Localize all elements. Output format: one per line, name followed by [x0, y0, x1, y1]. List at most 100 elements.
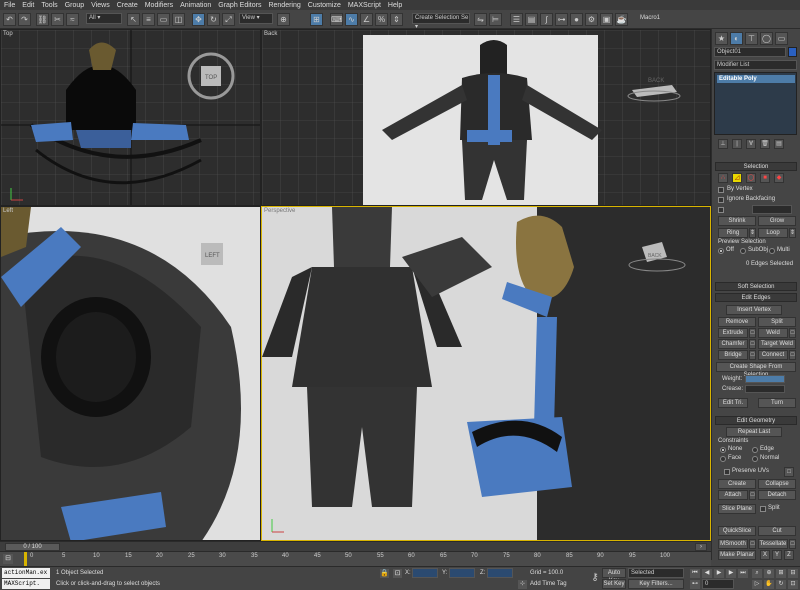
align-icon[interactable]: ⊨: [489, 13, 502, 26]
ring-button[interactable]: Ring: [718, 228, 748, 238]
rect-selection-icon[interactable]: ▭: [157, 13, 170, 26]
preview-subobj-radio[interactable]: [740, 248, 746, 254]
zoom-extents-icon[interactable]: ⊞: [776, 569, 786, 578]
constraint-none-radio[interactable]: [720, 447, 726, 453]
viewcube-back-face[interactable]: BACK: [648, 78, 664, 84]
collapse-button[interactable]: Collapse: [758, 479, 796, 489]
target-weld-button[interactable]: Target Weld: [758, 339, 796, 349]
zoom-extents-all-icon[interactable]: ⊟: [788, 569, 798, 578]
planar-y-button[interactable]: Y: [772, 550, 782, 560]
bridge-button[interactable]: Bridge: [718, 350, 748, 360]
rollout-edit-geometry[interactable]: Edit Geometry: [715, 416, 797, 425]
field-of-view-icon[interactable]: ▷: [752, 580, 762, 589]
auto-key-button[interactable]: Auto Key: [602, 568, 626, 584]
rollout-soft-selection[interactable]: Soft Selection: [715, 282, 797, 291]
configure-modifier-sets-icon[interactable]: ▤: [774, 139, 784, 149]
split-checkbox[interactable]: [760, 506, 766, 512]
mini-curve-editor-icon[interactable]: ⊟: [3, 554, 13, 564]
shrink-button[interactable]: Shrink: [718, 216, 756, 226]
viewport-perspective-label[interactable]: Perspective: [264, 208, 295, 214]
menu-edit[interactable]: Edit: [22, 2, 34, 9]
ring-spinner[interactable]: ⇕: [749, 228, 756, 238]
link-icon[interactable]: ⛓: [36, 13, 49, 26]
by-vertex-checkbox[interactable]: [718, 187, 724, 193]
attach-list-button[interactable]: □: [749, 490, 756, 500]
viewport-left-label[interactable]: Left: [3, 208, 13, 214]
viewcube-top-face[interactable]: TOP: [205, 75, 217, 81]
bind-space-warp-icon[interactable]: ≈: [66, 13, 79, 26]
menu-graph-editors[interactable]: Graph Editors: [218, 2, 261, 9]
angle-snap-icon[interactable]: ∠: [360, 13, 373, 26]
select-object-icon[interactable]: ↖: [127, 13, 140, 26]
goto-end-icon[interactable]: ⏭: [738, 569, 748, 578]
modifier-list-dropdown[interactable]: Modifier List: [714, 60, 797, 70]
menu-views[interactable]: Views: [91, 2, 110, 9]
key-icon[interactable]: ⚷: [588, 571, 602, 585]
turn-button[interactable]: Turn: [758, 398, 796, 408]
set-key-button[interactable]: Set Key: [602, 579, 626, 589]
menu-customize[interactable]: Customize: [308, 2, 341, 9]
chamfer-settings-button[interactable]: □: [749, 339, 756, 349]
redo-icon[interactable]: ↷: [18, 13, 31, 26]
ignore-backfacing-checkbox[interactable]: [718, 197, 724, 203]
border-mode-icon[interactable]: ◯: [746, 173, 756, 183]
undo-icon[interactable]: ↶: [3, 13, 16, 26]
next-frame-icon[interactable]: ▶: [726, 569, 736, 578]
make-planar-button[interactable]: Make Planar: [718, 550, 756, 560]
goto-start-icon[interactable]: ⏮: [690, 569, 700, 578]
motion-tab-icon[interactable]: ◯: [760, 32, 773, 45]
schematic-view-icon[interactable]: ⊶: [555, 13, 568, 26]
track-bar[interactable]: ⊟ 0 5 10 15 20 25 30 35 40 45 50 55 60 6…: [0, 551, 711, 566]
weld-button[interactable]: Weld: [758, 328, 788, 338]
hierarchy-tab-icon[interactable]: ⊤: [745, 32, 758, 45]
z-coordinate-field[interactable]: [487, 568, 513, 578]
selection-filter-dropdown[interactable]: All ▾: [86, 13, 122, 24]
zoom-icon[interactable]: ⌕: [752, 569, 762, 578]
rendered-frame-icon[interactable]: ▣: [600, 13, 613, 26]
pin-stack-icon[interactable]: ⊥: [718, 139, 728, 149]
unlink-icon[interactable]: ✂: [51, 13, 64, 26]
constraint-edge-radio[interactable]: [752, 447, 758, 453]
weld-settings-button[interactable]: □: [789, 328, 796, 338]
preview-multi-radio[interactable]: [769, 248, 775, 254]
split-edge-button[interactable]: Split: [758, 317, 796, 327]
create-shape-button[interactable]: Create Shape From Selection: [716, 362, 796, 378]
viewport-back-label[interactable]: Back: [264, 31, 277, 37]
snap-toggle-icon[interactable]: ∿: [345, 13, 358, 26]
edit-tri-button[interactable]: Edit Tri.: [718, 398, 748, 408]
repeat-last-button[interactable]: Repeat Last: [726, 427, 782, 437]
move-icon[interactable]: ✥: [192, 13, 205, 26]
element-mode-icon[interactable]: ◆: [774, 173, 784, 183]
object-name-field[interactable]: Object01: [714, 47, 786, 57]
material-editor-icon[interactable]: ●: [570, 13, 583, 26]
maximize-viewport-icon[interactable]: ⊡: [788, 580, 798, 589]
mirror-icon[interactable]: ⇋: [474, 13, 487, 26]
bridge-settings-button[interactable]: □: [749, 350, 756, 360]
weight-spinner[interactable]: [745, 375, 785, 383]
edge-mode-icon[interactable]: ◿: [732, 173, 742, 183]
menu-group[interactable]: Group: [65, 2, 84, 9]
window-crossing-icon[interactable]: ◫: [172, 13, 185, 26]
key-mode-icon[interactable]: ⊷: [690, 580, 700, 589]
time-tag-icon[interactable]: ⊹: [518, 580, 527, 589]
x-coordinate-field[interactable]: [412, 568, 438, 578]
constraint-normal-radio[interactable]: [752, 456, 758, 462]
graphite-ribbon-icon[interactable]: ▤: [525, 13, 538, 26]
grow-button[interactable]: Grow: [758, 216, 796, 226]
constraint-face-radio[interactable]: [720, 456, 726, 462]
named-selection-sets-dropdown[interactable]: Create Selection Se ▾: [412, 13, 470, 30]
attach-button[interactable]: Attach: [718, 490, 748, 500]
planar-z-button[interactable]: Z: [784, 550, 794, 560]
quickslice-button[interactable]: QuickSlice: [718, 526, 756, 536]
planar-x-button[interactable]: X: [760, 550, 770, 560]
reference-coordinate-dropdown[interactable]: View ▾: [239, 13, 273, 24]
render-production-icon[interactable]: ☕: [615, 13, 628, 26]
keyboard-shortcut-icon[interactable]: ⌨: [330, 13, 343, 26]
pivot-center-icon[interactable]: ⊕: [277, 13, 290, 26]
cut-button[interactable]: Cut: [758, 526, 796, 536]
play-icon[interactable]: ▶: [714, 569, 724, 578]
time-slider-thumb[interactable]: 0 / 100: [5, 543, 60, 551]
menu-maxscript[interactable]: MAXScript: [348, 2, 381, 9]
msmooth-settings-button[interactable]: □: [749, 539, 756, 549]
current-frame-field[interactable]: 0: [702, 579, 734, 589]
